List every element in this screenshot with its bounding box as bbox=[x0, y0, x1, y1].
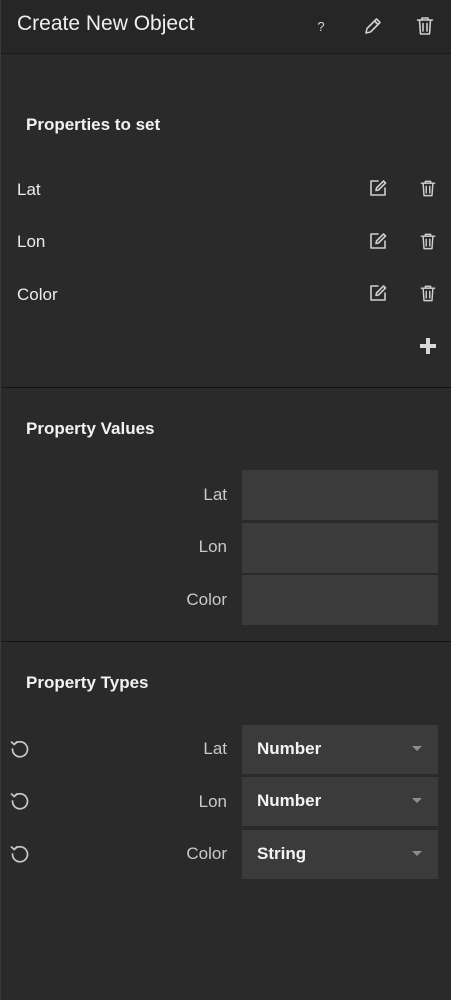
panel-title: Create New Object bbox=[17, 12, 195, 35]
property-label: Lon bbox=[17, 232, 46, 251]
help-button[interactable]: ? bbox=[307, 12, 335, 40]
plus-icon bbox=[420, 338, 436, 354]
lat-value-input[interactable] bbox=[242, 470, 438, 520]
type-label-color: Color bbox=[186, 844, 227, 863]
create-object-panel: Create New Object ? Properties to set La… bbox=[0, 0, 451, 1000]
edit-square-icon[interactable] bbox=[367, 177, 389, 199]
panel-header: Create New Object ? bbox=[1, 0, 451, 54]
type-label-lon: Lon bbox=[198, 792, 227, 811]
caret-down-icon bbox=[412, 851, 422, 856]
section-divider bbox=[1, 641, 451, 642]
property-row-lon: Lon bbox=[1, 222, 451, 262]
property-label: Lat bbox=[17, 180, 41, 199]
value-label-lon: Lon bbox=[198, 537, 227, 556]
trash-icon[interactable] bbox=[417, 177, 439, 199]
selected-type: Number bbox=[257, 739, 322, 758]
color-type-select[interactable]: String bbox=[242, 830, 438, 879]
pencil-icon[interactable] bbox=[359, 12, 387, 40]
property-row-lat: Lat bbox=[1, 170, 451, 210]
selected-type: String bbox=[257, 844, 307, 863]
section-divider bbox=[1, 387, 451, 388]
value-label-lat: Lat bbox=[203, 485, 227, 504]
property-values-title: Property Values bbox=[26, 419, 155, 438]
color-value-input[interactable] bbox=[242, 575, 438, 625]
selected-type: Number bbox=[257, 791, 322, 810]
edit-square-icon[interactable] bbox=[367, 230, 389, 252]
value-label-color: Color bbox=[186, 590, 227, 609]
trash-icon[interactable] bbox=[417, 230, 439, 252]
lon-type-select[interactable]: Number bbox=[242, 777, 438, 826]
lon-value-input[interactable] bbox=[242, 523, 438, 573]
trash-icon[interactable] bbox=[417, 282, 439, 304]
caret-down-icon bbox=[412, 798, 422, 803]
property-label: Color bbox=[17, 285, 58, 304]
type-label-lat: Lat bbox=[203, 739, 227, 758]
property-row-color: Color bbox=[1, 275, 451, 315]
add-property-button[interactable] bbox=[417, 335, 439, 357]
trash-icon[interactable] bbox=[411, 12, 439, 40]
caret-down-icon bbox=[412, 746, 422, 751]
properties-to-set-title: Properties to set bbox=[26, 115, 161, 134]
edit-square-icon[interactable] bbox=[367, 282, 389, 304]
property-types-title: Property Types bbox=[26, 673, 149, 692]
lat-type-select[interactable]: Number bbox=[242, 725, 438, 774]
